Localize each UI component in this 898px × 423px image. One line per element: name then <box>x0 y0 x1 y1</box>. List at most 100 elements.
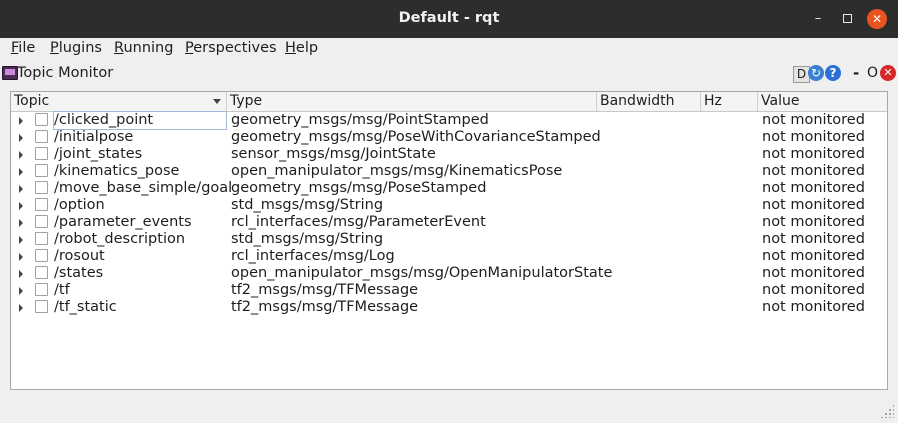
table-row[interactable]: /move_base_simple/goal geometry_msgs/msg/… <box>11 180 887 197</box>
topic-value: not monitored <box>762 112 865 128</box>
column-header-bandwidth[interactable]: Bandwidth <box>597 92 701 111</box>
maximize-button[interactable] <box>837 9 857 29</box>
expand-arrow-icon[interactable] <box>19 287 23 295</box>
dock-float-button[interactable]: O <box>867 65 878 81</box>
topic-value: not monitored <box>762 214 865 230</box>
topic-value: not monitored <box>762 231 865 247</box>
expand-arrow-icon[interactable] <box>19 236 23 244</box>
help-icon[interactable]: ? <box>825 65 841 81</box>
topic-type: rcl_interfaces/msg/Log <box>231 248 395 264</box>
table-row[interactable]: /joint_states sensor_msgs/msg/JointState n… <box>11 146 887 163</box>
monitor-icon <box>2 66 18 80</box>
table-row[interactable]: /tf_static tf2_msgs/msg/TFMessage not moni… <box>11 299 887 316</box>
table-row[interactable]: /parameter_events rcl_interfaces/msg/Para… <box>11 214 887 231</box>
topic-type: tf2_msgs/msg/TFMessage <box>231 282 419 298</box>
topic-name: /tf <box>54 282 70 298</box>
window-titlebar: Default - rqt – ✕ <box>0 0 898 38</box>
monitor-checkbox[interactable] <box>35 232 48 245</box>
monitor-checkbox[interactable] <box>35 147 48 160</box>
dock-minimize-button[interactable]: - <box>853 64 859 82</box>
topic-type: tf2_msgs/msg/TFMessage <box>231 299 419 315</box>
column-header-hz-label: Hz <box>704 93 722 109</box>
monitor-checkbox[interactable] <box>35 266 48 279</box>
topic-name: /initialpose <box>54 129 134 145</box>
menu-file-label: ile <box>18 40 36 56</box>
topic-type: open_manipulator_msgs/msg/KinematicsPose <box>231 163 563 179</box>
menu-help[interactable]: Help <box>285 40 318 56</box>
tree-rows: /clicked_point geometry_msgs/msg/PointSta… <box>11 111 887 316</box>
menu-help-mnemonic: H <box>285 40 296 56</box>
monitor-checkbox[interactable] <box>35 215 48 228</box>
table-row[interactable]: /states open_manipulator_msgs/msg/OpenMan… <box>11 265 887 282</box>
topic-type: rcl_interfaces/msg/ParameterEvent <box>231 214 486 230</box>
menu-running[interactable]: Running <box>114 40 173 56</box>
topic-value: not monitored <box>762 282 865 298</box>
table-row[interactable]: /robot_description std_msgs/msg/String not… <box>11 231 887 248</box>
menu-file[interactable]: File <box>11 40 35 56</box>
table-row[interactable]: /kinematics_pose open_manipulator_msgs/ms… <box>11 163 887 180</box>
topic-value: not monitored <box>762 180 865 196</box>
expand-arrow-icon[interactable] <box>19 270 23 278</box>
menu-perspectives[interactable]: Perspectives <box>185 40 277 56</box>
topic-name: /clicked_point <box>53 111 227 130</box>
menu-perspectives-mnemonic: P <box>185 40 194 56</box>
topic-value: not monitored <box>762 248 865 264</box>
topic-name: /option <box>54 197 105 213</box>
monitor-checkbox[interactable] <box>35 283 48 296</box>
expand-arrow-icon[interactable] <box>19 151 23 159</box>
menu-running-label: unning <box>123 40 174 56</box>
column-header-bandwidth-label: Bandwidth <box>600 93 675 109</box>
menu-plugins[interactable]: Plugins <box>50 40 102 56</box>
topic-name: /states <box>54 265 104 281</box>
menu-plugins-label: lugins <box>58 40 102 56</box>
expand-arrow-icon[interactable] <box>19 117 23 125</box>
topic-value: not monitored <box>762 265 865 281</box>
topic-type: open_manipulator_msgs/msg/OpenManipulato… <box>231 265 613 281</box>
expand-arrow-icon[interactable] <box>19 185 23 193</box>
expand-arrow-icon[interactable] <box>19 202 23 210</box>
table-row[interactable]: /rosout rcl_interfaces/msg/Log not monitor… <box>11 248 887 265</box>
column-header-type[interactable]: Type <box>227 92 597 111</box>
topic-value: not monitored <box>762 197 865 213</box>
expand-arrow-icon[interactable] <box>19 304 23 312</box>
menu-perspectives-label: erspectives <box>193 40 277 56</box>
dock-close-icon[interactable]: ✕ <box>880 65 896 81</box>
table-row[interactable]: /option std_msgs/msg/String not monitored <box>11 197 887 214</box>
resize-grip[interactable] <box>880 404 894 418</box>
topic-name: /move_base_simple/goal <box>54 180 233 196</box>
table-row[interactable]: /initialpose geometry_msgs/msg/PoseWithCo… <box>11 129 887 146</box>
menu-bar: File Plugins Running Perspectives Help <box>0 38 898 60</box>
close-button[interactable]: ✕ <box>867 9 887 29</box>
minimize-button[interactable]: – <box>808 9 828 29</box>
expand-arrow-icon[interactable] <box>19 168 23 176</box>
monitor-checkbox[interactable] <box>35 181 48 194</box>
column-header-topic[interactable]: Topic <box>11 92 227 111</box>
expand-arrow-icon[interactable] <box>19 134 23 142</box>
menu-help-label: elp <box>295 40 319 56</box>
topic-type: geometry_msgs/msg/PointStamped <box>231 112 489 128</box>
topic-type: std_msgs/msg/String <box>231 231 384 247</box>
monitor-checkbox[interactable] <box>35 113 48 126</box>
column-header-hz[interactable]: Hz <box>701 92 758 111</box>
dock-titlebar: Topic Monitor D ↻ ? - O ✕ <box>0 63 898 85</box>
column-header-value-label: Value <box>761 93 800 109</box>
refresh-icon[interactable]: ↻ <box>808 65 824 81</box>
column-header-topic-label: Topic <box>14 93 50 109</box>
topic-type: sensor_msgs/msg/JointState <box>231 146 436 162</box>
maximize-icon <box>842 14 852 23</box>
expand-arrow-icon[interactable] <box>19 253 23 261</box>
monitor-checkbox[interactable] <box>35 300 48 313</box>
monitor-checkbox[interactable] <box>35 130 48 143</box>
monitor-checkbox[interactable] <box>35 198 48 211</box>
topic-tree[interactable]: Topic Type Bandwidth Hz Value /clicked_p… <box>10 91 888 390</box>
monitor-checkbox[interactable] <box>35 249 48 262</box>
expand-arrow-icon[interactable] <box>19 219 23 227</box>
column-header-type-label: Type <box>230 93 263 109</box>
table-row[interactable]: /tf tf2_msgs/msg/TFMessage not monitored <box>11 282 887 299</box>
column-header-value[interactable]: Value <box>758 92 887 111</box>
topic-type: geometry_msgs/msg/PoseStamped <box>231 180 487 196</box>
table-row[interactable]: /clicked_point geometry_msgs/msg/PointSta… <box>11 111 887 130</box>
monitor-checkbox[interactable] <box>35 164 48 177</box>
topic-type: geometry_msgs/msg/PoseWithCovarianceStam… <box>231 129 601 145</box>
topic-name: /tf_static <box>54 299 117 315</box>
